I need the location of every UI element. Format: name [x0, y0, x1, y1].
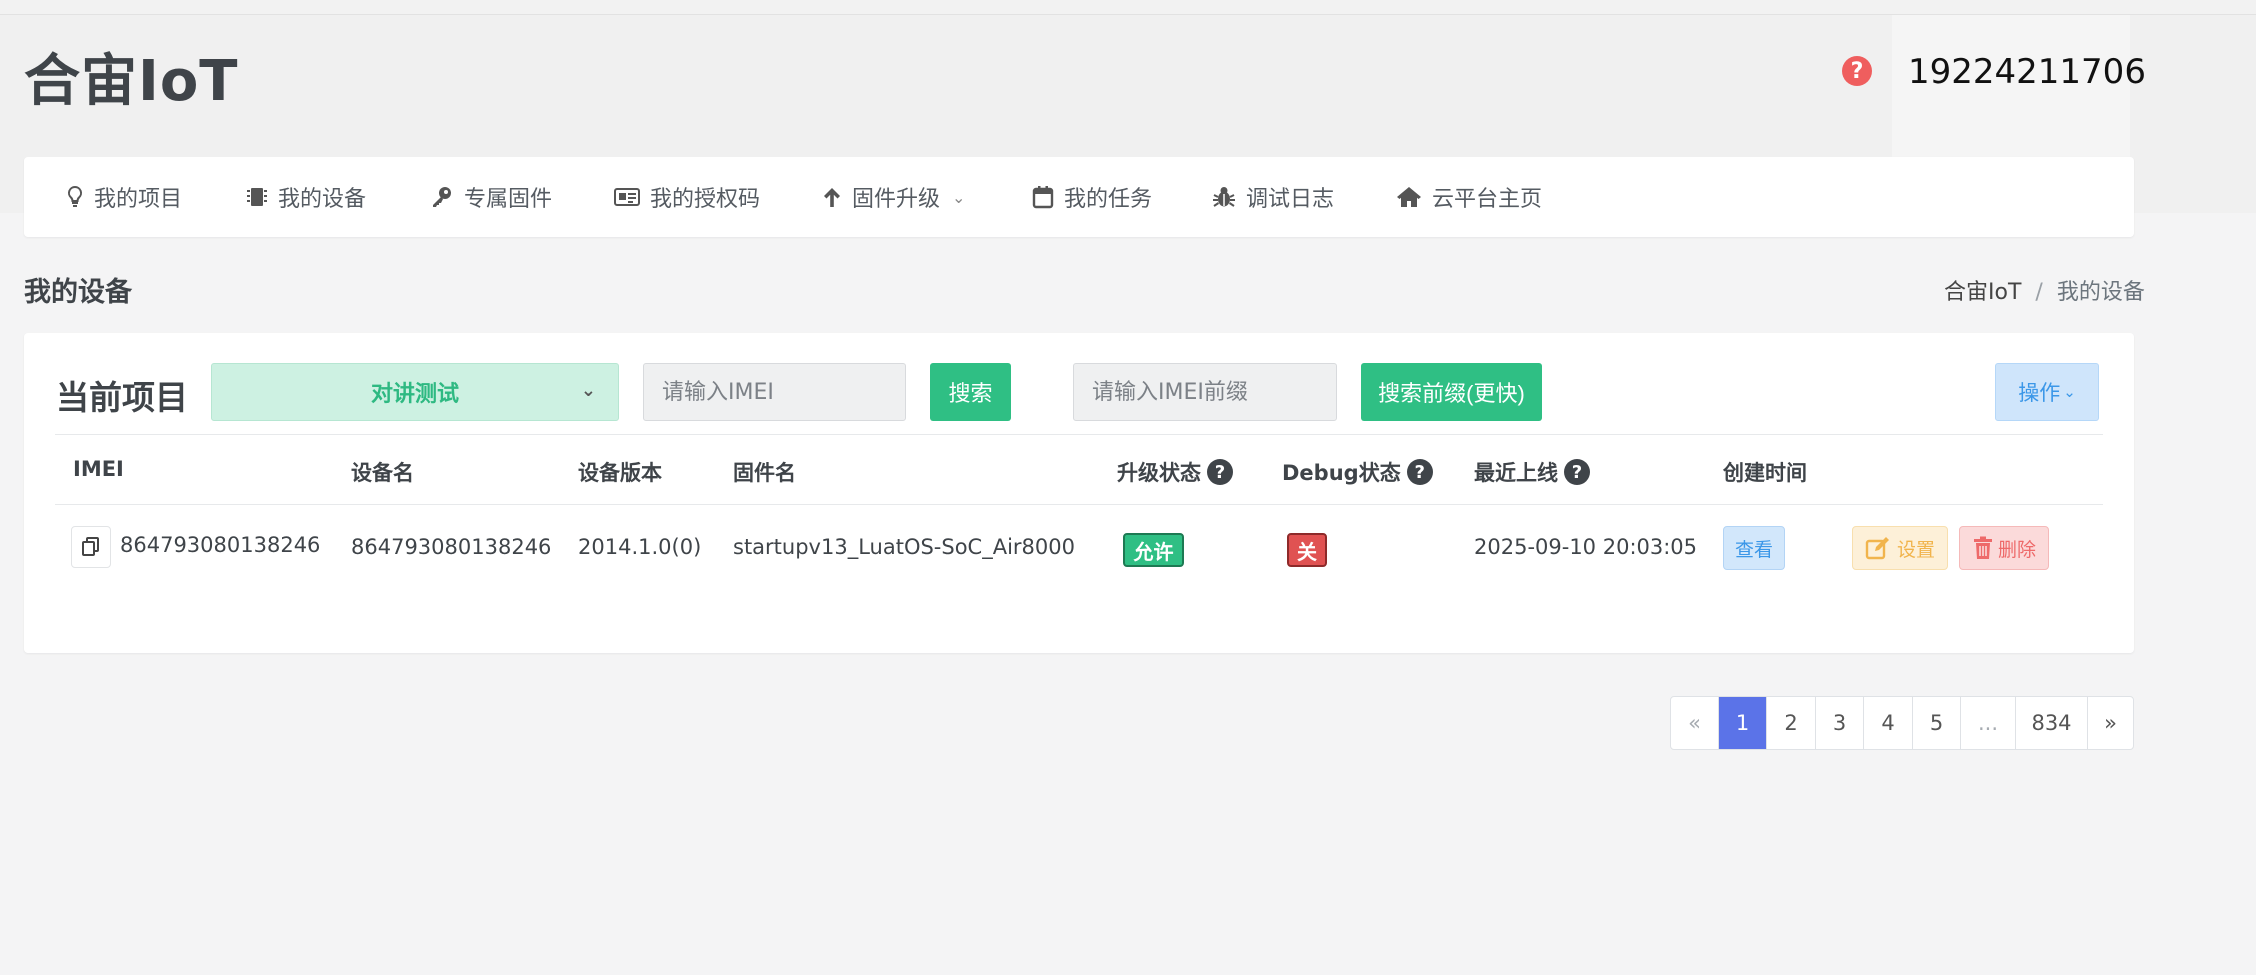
project-select-value: 对讲测试 — [370, 382, 459, 407]
nav-label: 我的项目 — [94, 187, 183, 212]
question-circle-icon[interactable]: ? — [1406, 459, 1433, 485]
pagination-page-3[interactable]: 3 — [1815, 697, 1863, 749]
browser-bookmarks-strip — [0, 0, 2256, 15]
settings-button[interactable]: 设置 — [1852, 526, 1948, 570]
col-header-debug-status: Debug状态 ? — [1282, 457, 1433, 487]
nav-label: 我的授权码 — [650, 187, 761, 212]
nav-item-auth-codes[interactable]: 我的授权码 — [614, 157, 760, 237]
operations-dropdown-button[interactable]: 操作 ⌄ — [1995, 363, 2099, 421]
breadcrumb-home[interactable]: 合宙IoT — [1944, 280, 2021, 305]
cell-firmware: startupv13_LuatOS-SoC_Air8000 — [733, 535, 1075, 559]
cell-imei: 864793080138246 — [120, 533, 321, 557]
prefix-search-button[interactable]: 搜索前缀(更快) — [1361, 363, 1542, 421]
col-header-label: Debug状态 — [1282, 461, 1401, 485]
nav-label: 专属固件 — [464, 187, 553, 212]
lightbulb-icon — [67, 185, 83, 207]
col-header-label: 最近上线 — [1474, 461, 1558, 485]
delete-label: 删除 — [1997, 538, 2036, 561]
search-button[interactable]: 搜索 — [930, 363, 1011, 421]
current-project-label: 当前项目 — [56, 378, 188, 417]
devices-card: 当前项目 对讲测试 ⌄ 搜索 搜索前缀(更快) 操作⌄ IMEI 设备名 设备版… — [24, 333, 2134, 653]
imei-search-input[interactable] — [643, 363, 906, 421]
bug-icon — [1213, 187, 1235, 207]
arrow-up-icon — [824, 188, 840, 207]
question-circle-icon[interactable]: ? — [1564, 459, 1590, 485]
nav-label: 调试日志 — [1246, 187, 1335, 212]
upgrade-status-badge[interactable]: 允许 — [1123, 533, 1184, 567]
debug-status-badge[interactable]: 关 — [1287, 533, 1327, 567]
pagination-page-5[interactable]: 5 — [1912, 697, 1960, 749]
pagination-page-4[interactable]: 4 — [1863, 697, 1912, 749]
trash-icon — [1973, 536, 1992, 559]
cell-version: 2014.1.0(0) — [578, 535, 702, 559]
nav-label: 固件升级 — [852, 187, 941, 212]
col-header-upgrade-status: 升级状态 ? — [1117, 457, 1233, 487]
pagination-prev[interactable]: « — [1671, 697, 1718, 749]
chip-icon — [247, 188, 267, 206]
edit-icon — [1865, 537, 1889, 560]
copy-icon — [82, 537, 99, 556]
id-card-icon — [614, 188, 640, 206]
user-account[interactable]: 19224211706 — [1908, 52, 2146, 92]
cell-device-name: 864793080138246 — [351, 535, 552, 559]
col-header-created: 创建时间 — [1723, 461, 1807, 485]
brand-title: 合宙IoT — [24, 49, 239, 114]
settings-label: 设置 — [1896, 538, 1935, 561]
nav-label: 云平台主页 — [1432, 187, 1543, 212]
chevron-down-icon: ⌄ — [952, 187, 966, 207]
nav-item-firmware[interactable]: 专属固件 — [430, 157, 552, 237]
divider — [55, 434, 2103, 435]
breadcrumb: 合宙IoT / 我的设备 — [1944, 274, 2145, 306]
pagination-page-last[interactable]: 834 — [2015, 697, 2087, 749]
nav-label: 我的任务 — [1064, 187, 1153, 212]
home-icon — [1397, 187, 1421, 207]
nav-item-debug-log[interactable]: 调试日志 — [1212, 157, 1334, 237]
pagination-page-2[interactable]: 2 — [1766, 697, 1815, 749]
question-circle-icon[interactable]: ? — [1842, 56, 1872, 86]
col-header-imei: IMEI — [73, 457, 124, 481]
pagination-ellipsis: ... — [1960, 697, 2015, 749]
col-header-device-name: 设备名 — [351, 461, 414, 485]
nav-item-devices[interactable]: 我的设备 — [246, 157, 366, 237]
delete-button[interactable]: 删除 — [1959, 526, 2049, 570]
cell-last-online: 2025-09-10 20:03:05 — [1474, 535, 1698, 559]
calendar-icon — [1032, 186, 1054, 209]
view-button[interactable]: 查看 — [1723, 526, 1785, 570]
chevron-down-icon: ⌄ — [2063, 383, 2076, 401]
pagination: « 1 2 3 4 5 ... 834 » — [1670, 696, 2134, 750]
breadcrumb-separator: / — [2035, 280, 2043, 305]
imei-prefix-input[interactable] — [1073, 363, 1337, 421]
col-header-firmware: 固件名 — [733, 461, 796, 485]
nav-item-cloud-home[interactable]: 云平台主页 — [1396, 157, 1542, 237]
col-header-last-online: 最近上线 ? — [1474, 457, 1590, 487]
project-select[interactable]: 对讲测试 ⌄ — [211, 363, 619, 421]
nav-item-firmware-upgrade[interactable]: 固件升级 ⌄ — [822, 157, 965, 237]
col-header-version: 设备版本 — [578, 461, 662, 485]
nav-label: 我的设备 — [278, 187, 367, 212]
chevron-down-icon: ⌄ — [580, 380, 596, 401]
nav-item-projects[interactable]: 我的项目 — [66, 157, 182, 237]
breadcrumb-current: 我的设备 — [2056, 280, 2145, 305]
pagination-next[interactable]: » — [2087, 697, 2133, 749]
col-header-label: 升级状态 — [1117, 461, 1201, 485]
copy-imei-button[interactable] — [71, 526, 111, 568]
key-icon — [433, 187, 451, 207]
main-nav: 我的项目 我的设备 专属固件 我的授权码 固件升级 ⌄ 我的任务 调试日志 云平… — [24, 157, 2134, 237]
question-circle-icon[interactable]: ? — [1207, 459, 1233, 485]
operations-label: 操作 — [2018, 381, 2061, 405]
nav-item-tasks[interactable]: 我的任务 — [1032, 157, 1152, 237]
pagination-page-1[interactable]: 1 — [1718, 697, 1766, 749]
divider — [55, 504, 2103, 505]
page-title: 我的设备 — [24, 277, 132, 308]
